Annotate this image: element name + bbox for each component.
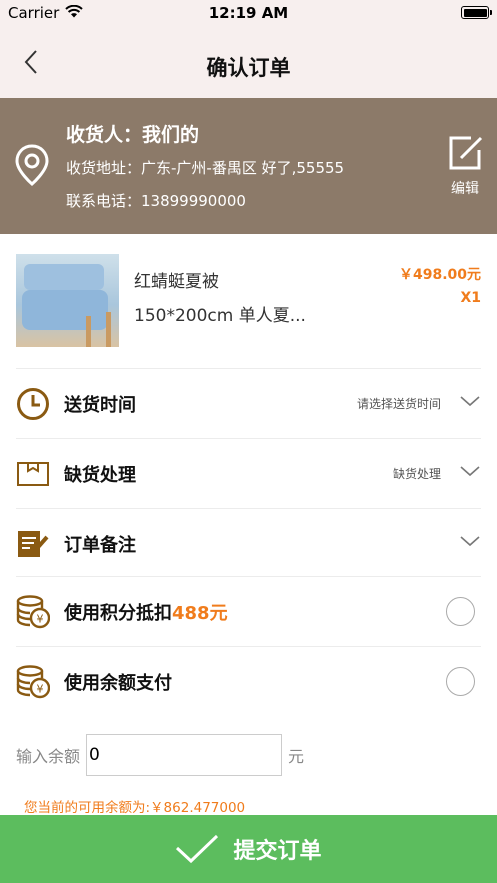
product-quantity: X1: [460, 290, 481, 306]
order-remark-row[interactable]: 订单备注: [16, 508, 481, 578]
edit-address-button[interactable]: 编辑: [440, 134, 490, 197]
box-icon: [16, 457, 50, 491]
use-points-text: 使用积分抵扣: [64, 602, 172, 624]
balance-input-label: 输入余额: [16, 747, 81, 766]
svg-text:¥: ¥: [37, 612, 44, 625]
status-time: 12:19 AM: [208, 4, 289, 22]
use-balance-row[interactable]: ¥ 使用余额支付: [16, 646, 481, 716]
edit-label: 编辑: [451, 181, 479, 197]
product-spec: 150*200cm 单人夏...: [134, 306, 306, 326]
submit-order-label: 提交订单: [233, 839, 322, 864]
receiver-name: 收货人：我们的: [66, 124, 200, 146]
chevron-down-icon: [460, 466, 480, 477]
use-points-row[interactable]: ¥ 使用积分抵扣488元: [16, 576, 481, 646]
stockout-handling-value: 缺货处理: [392, 467, 441, 481]
edit-icon: [449, 136, 483, 170]
location-pin-icon: [14, 144, 50, 190]
submit-order-button[interactable]: 提交订单: [0, 815, 497, 883]
contact-phone: 联系电话：13899990000: [66, 192, 246, 210]
balance-input-row: 输入余额 元: [16, 734, 481, 776]
use-points-label: 使用积分抵扣488元: [64, 599, 228, 625]
stockout-handling-label: 缺货处理: [64, 464, 136, 486]
delivery-time-row[interactable]: 送货时间 请选择送货时间: [16, 368, 481, 438]
coin-stack-icon: ¥: [16, 664, 50, 699]
note-edit-icon: [16, 527, 50, 561]
chevron-down-icon: [460, 536, 480, 547]
svg-text:¥: ¥: [37, 682, 44, 695]
balance-amount-input[interactable]: [86, 734, 283, 776]
status-bar: Carrier 12:19 AM: [0, 0, 497, 26]
product-price: ￥498.00元: [398, 267, 481, 283]
delivery-time-value: 请选择送货时间: [356, 397, 441, 411]
stockout-handling-row[interactable]: 缺货处理 缺货处理: [16, 438, 481, 508]
product-name: 红蜻蜓夏被: [134, 272, 219, 292]
nav-bar: 确认订单: [0, 26, 497, 98]
balance-unit: 元: [288, 747, 305, 766]
chevron-down-icon: [460, 396, 480, 407]
shipping-address: 收货地址：广东-广州-番禺区 好了,55555: [66, 159, 345, 177]
coin-stack-icon: ¥: [16, 594, 50, 629]
available-balance-note: 您当前的可用余额为:￥862.477000: [24, 800, 246, 816]
page-title: 确认订单: [206, 56, 291, 80]
points-amount: 488元: [172, 602, 228, 624]
use-balance-radio[interactable]: [446, 667, 475, 696]
product-image: [16, 254, 119, 347]
battery-icon: [461, 6, 492, 19]
order-remark-label: 订单备注: [64, 534, 136, 556]
use-balance-label: 使用余额支付: [64, 672, 172, 694]
delivery-time-label: 送货时间: [64, 394, 136, 416]
clock-icon: [16, 387, 50, 421]
checkmark-icon: [176, 834, 219, 864]
product-item[interactable]: 红蜻蜓夏被 150*200cm 单人夏... ￥498.00元 X1: [0, 234, 497, 370]
use-points-radio[interactable]: [446, 597, 475, 626]
address-card[interactable]: 收货人：我们的 收货地址：广东-广州-番禺区 好了,55555 联系电话：138…: [0, 98, 497, 234]
